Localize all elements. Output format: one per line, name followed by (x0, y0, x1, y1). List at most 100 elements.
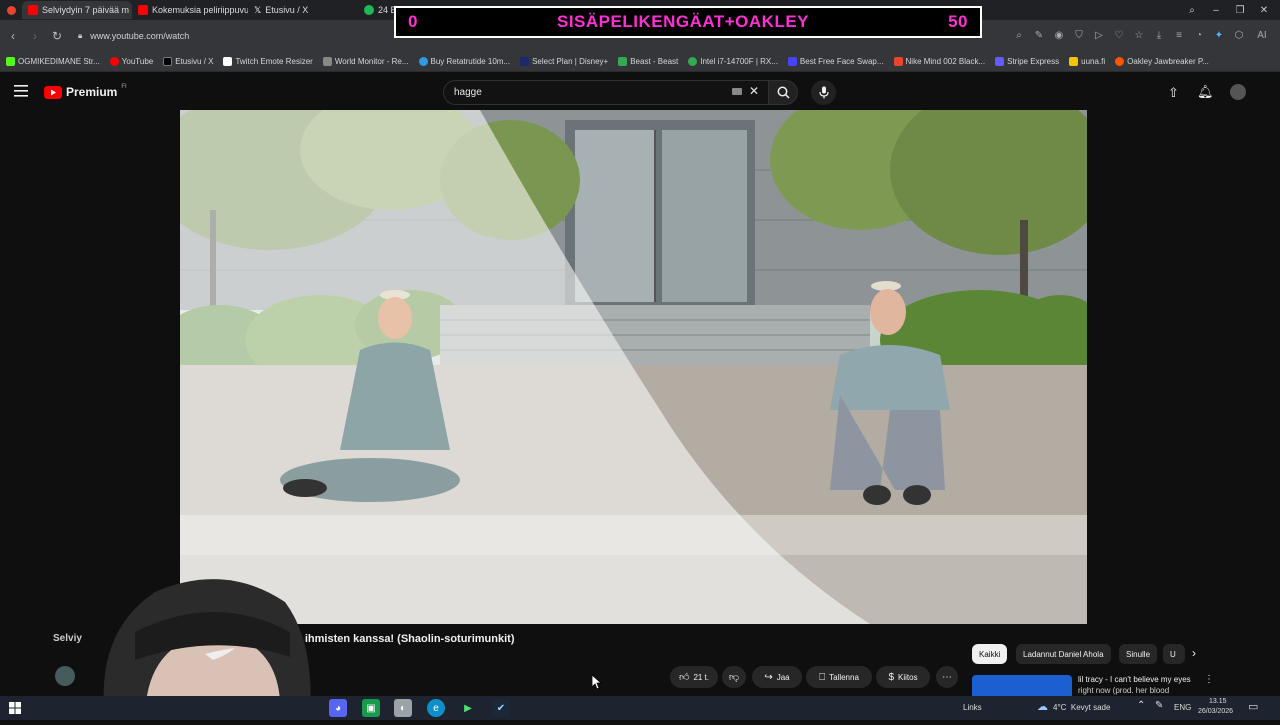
weather-icon[interactable]: ☁ (1037, 700, 1048, 713)
bookmark-item[interactable]: Stripe Express (995, 57, 1059, 66)
tab-youtube-2[interactable]: Kokemuksia peliriippuvu (132, 1, 248, 19)
chip-all[interactable]: Kaikki (972, 644, 1008, 664)
windows-start-icon[interactable] (6, 699, 24, 717)
share-label: Jaa (776, 672, 790, 682)
app-play-icon[interactable]: ▶ (459, 699, 477, 717)
clock-date[interactable]: 26/03/2026 (1198, 708, 1233, 715)
search-input[interactable]: hagge ✕ (443, 80, 769, 105)
bookmark-item[interactable]: Buy Retatrutide 10m... (418, 57, 510, 66)
keyboard-icon[interactable] (732, 88, 742, 95)
share-button[interactable]: ↪ Jaa (752, 666, 802, 688)
thanks-button[interactable]: $ Kiitos (876, 666, 930, 688)
hamburger-menu-icon[interactable] (14, 84, 30, 98)
chip-for-you[interactable]: Sinulle (1119, 644, 1158, 664)
profile-icon[interactable]: ◔ (1192, 28, 1206, 42)
upload-icon[interactable]: ⇧ (1168, 85, 1179, 101)
country-code: FI (121, 84, 127, 90)
like-count: 21 t. (693, 672, 710, 682)
video-player[interactable] (180, 110, 1087, 624)
extension-toolbar: ⌕ ✎ ◉ ⛉ ▷ ♡ ☆ ⤓ ≡ ◔ ✦ ⬡ AI (1012, 28, 1272, 42)
bookmark-item[interactable]: Twitch Emote Resizer (223, 57, 313, 66)
bookmark-item[interactable]: Nike Mind 002 Black... (893, 57, 985, 66)
notification-center-icon[interactable]: ▭ (1248, 700, 1258, 713)
recommendation-menu-icon[interactable]: ⋮ (1204, 674, 1214, 685)
tab-label: Etusivu / X (265, 5, 309, 15)
dislike-button[interactable]: 👎︎ (722, 666, 746, 688)
more-icon: ⋯ (942, 671, 952, 683)
tray-chevron-icon[interactable]: ⌃ (1137, 700, 1145, 711)
bookmark-item[interactable]: Etusivu / X (163, 57, 213, 66)
thumbs-down-icon: 👎︎ (728, 672, 740, 683)
bookmark-item[interactable]: uuna.fi (1069, 57, 1105, 66)
recommendation-title[interactable]: lil tracy - I can't believe my eyes (1078, 675, 1200, 684)
youtube-logo-icon (44, 85, 62, 99)
pen-icon[interactable]: ✎ (1155, 700, 1163, 711)
overlay-left-value: 0 (408, 12, 418, 31)
bookmark-item[interactable]: World Monitor - Re... (322, 57, 409, 66)
overlay-title: SISÄPELIKENGÄAT+OAKLEY (557, 12, 810, 31)
recommendation-thumbnail[interactable] (972, 675, 1072, 696)
puzzle-icon[interactable]: ⬡ (1232, 28, 1246, 42)
extension-icon[interactable]: ✦ (1212, 28, 1226, 42)
bookmark-item[interactable]: Intel i7-14700F | RX... (688, 57, 778, 66)
clear-search-icon[interactable]: ✕ (749, 84, 759, 98)
recommendation-subtitle: right now (prod. her blood (1078, 686, 1170, 695)
back-icon[interactable]: ‹ (2, 25, 24, 47)
url-text: www.youtube.com/watch (90, 31, 190, 41)
edit-icon[interactable]: ✎ (1032, 28, 1046, 42)
heart-icon[interactable]: ♡ (1112, 28, 1126, 42)
search-text: hagge (454, 87, 482, 98)
notifications-bell-icon[interactable]: 🔔︎ (1197, 84, 1214, 100)
bookmark-item[interactable]: Best Free Face Swap... (787, 57, 884, 66)
search-tabs-icon[interactable]: ⌕ (1180, 0, 1204, 20)
tab-youtube-video[interactable]: Selviydyin 7 päivää m (22, 1, 132, 19)
chips-next-icon[interactable]: › (1192, 646, 1196, 660)
save-icon: ⎕ (819, 671, 826, 683)
clock-time[interactable]: 13.15 (1209, 698, 1227, 705)
youtube-icon (138, 5, 148, 15)
weather-text[interactable]: 4°C Kevyt sade (1053, 703, 1110, 712)
discord-icon[interactable]: ◕ (329, 699, 347, 717)
edge-icon[interactable]: e (427, 699, 445, 717)
download-icon[interactable]: ⤓ (1152, 28, 1166, 42)
video-frame (180, 110, 1087, 624)
ai-icon[interactable]: AI (1252, 28, 1272, 42)
premium-label: Premium (66, 85, 118, 99)
menu-lines-icon[interactable]: ≡ (1172, 28, 1186, 42)
chip-u[interactable]: U (1163, 644, 1185, 664)
app-green-icon[interactable]: ▣ (362, 699, 380, 717)
language-indicator[interactable]: ENG (1174, 703, 1191, 712)
search-button[interactable] (768, 80, 798, 105)
tab-x[interactable]: 𝕏 Etusivu / X (248, 1, 358, 19)
thanks-label: Kiitos (898, 672, 918, 682)
camera-icon[interactable]: ◉ (1052, 28, 1066, 42)
app-gray-icon[interactable]: ◐ (394, 699, 412, 717)
channel-avatar[interactable] (55, 666, 75, 686)
links-toolbar[interactable]: Links (963, 703, 982, 712)
save-button[interactable]: ⎕ Tallenna (806, 666, 872, 688)
bookmark-item[interactable]: Beast - Beast (618, 57, 678, 66)
mouse-cursor-icon (591, 674, 603, 694)
restore-icon[interactable]: ❐ (1228, 0, 1252, 20)
forward-icon[interactable]: › (24, 25, 46, 47)
steam-icon[interactable]: ✔ (492, 699, 510, 717)
like-button[interactable]: 👍︎ 21 t. (670, 666, 718, 688)
bookmark-item[interactable]: OGMIKEDIMANE Str... (6, 57, 100, 66)
zoom-icon[interactable]: ⌕ (1012, 28, 1026, 42)
close-window-icon[interactable]: ✕ (1252, 0, 1276, 20)
bookmark-item[interactable]: Select Plan | Disney+ (520, 57, 608, 66)
browser-menu-icon[interactable] (0, 1, 22, 19)
avatar[interactable] (1230, 84, 1246, 100)
play-icon[interactable]: ▷ (1092, 28, 1106, 42)
channel-name[interactable]: Selviy (53, 633, 82, 644)
bookmark-item[interactable]: Oakley Jawbreaker P... (1115, 57, 1209, 66)
voice-search-button[interactable] (811, 80, 836, 105)
bookmark-icon[interactable]: ☆ (1132, 28, 1146, 42)
bookmark-item[interactable]: YouTube (109, 57, 153, 66)
minimize-icon[interactable]: – (1204, 0, 1228, 20)
chip-uploaded-by[interactable]: Ladannut Daniel Ahola (1016, 644, 1111, 664)
shield-icon[interactable]: ⛉ (1072, 28, 1086, 42)
youtube-premium-logo[interactable]: Premium FI (44, 84, 127, 99)
reload-icon[interactable]: ↻ (46, 25, 68, 47)
more-actions-button[interactable]: ⋯ (936, 666, 958, 688)
